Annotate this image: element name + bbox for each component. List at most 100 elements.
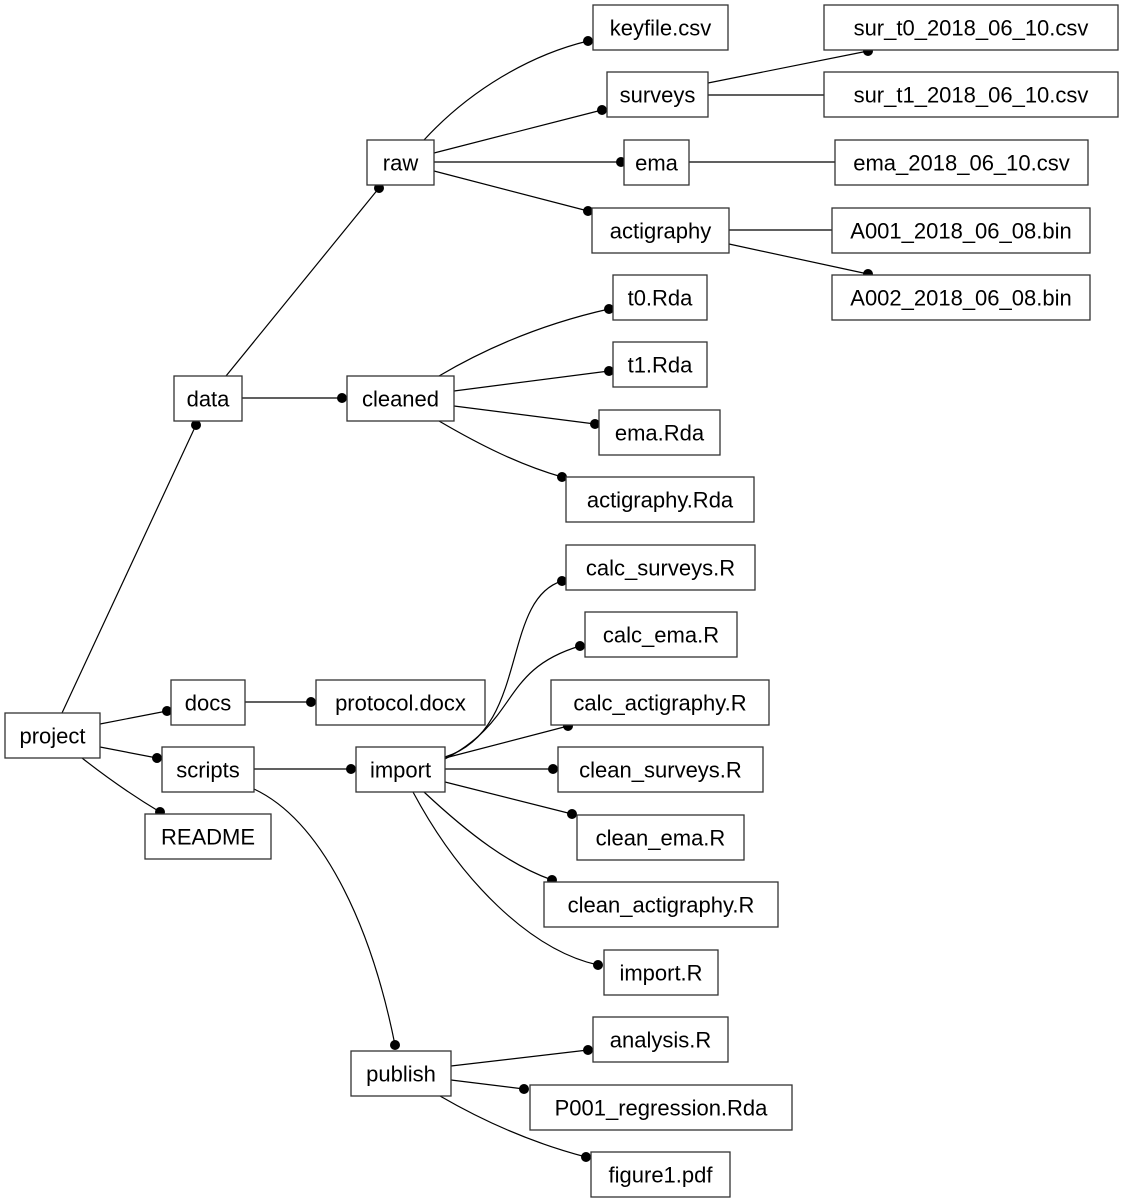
edge-raw-to-keyfile bbox=[423, 36, 593, 141]
node-clean_ema: clean_ema.R bbox=[576, 814, 745, 861]
edge-scripts-to-publish bbox=[253, 788, 400, 1050]
node-label: publish bbox=[366, 1062, 436, 1087]
edge-raw-to-actigraphy bbox=[433, 170, 593, 216]
node-ema: ema bbox=[623, 139, 690, 186]
node-p001: P001_regression.Rda bbox=[529, 1084, 793, 1131]
node-label: calc_actigraphy.R bbox=[573, 691, 746, 716]
edge-raw-to-surveys bbox=[433, 105, 607, 154]
node-acti_rda: actigraphy.Rda bbox=[565, 476, 755, 523]
node-label: protocol.docx bbox=[335, 691, 466, 716]
node-data: data bbox=[173, 375, 243, 422]
node-label: A001_2018_06_08.bin bbox=[850, 219, 1071, 244]
edge-cleaned-to-t1_rda bbox=[453, 366, 614, 392]
node-t1_rda: t1.Rda bbox=[612, 341, 708, 388]
node-label: ema bbox=[635, 151, 679, 176]
node-t0_rda: t0.Rda bbox=[612, 274, 708, 321]
edge-line bbox=[444, 725, 569, 759]
node-label: sur_t1_2018_06_10.csv bbox=[854, 83, 1089, 108]
edge-line bbox=[450, 1049, 589, 1067]
edge-line bbox=[453, 370, 610, 392]
directory-tree-diagram: project data docs scripts README raw cleaned pr… bbox=[4, 4, 1119, 1198]
edge-line bbox=[423, 40, 589, 141]
edge-endpoint-dot bbox=[346, 764, 356, 774]
node-calc_acti: calc_actigraphy.R bbox=[550, 679, 770, 726]
edge-publish-to-p001 bbox=[450, 1079, 529, 1094]
edge-line bbox=[438, 420, 563, 478]
node-label: scripts bbox=[176, 758, 240, 783]
node-label: surveys bbox=[620, 83, 696, 108]
node-label: analysis.R bbox=[610, 1028, 711, 1053]
edge-project-to-README bbox=[81, 757, 165, 817]
edge-line bbox=[253, 788, 396, 1046]
edge-import-to-import_r bbox=[412, 791, 603, 970]
node-calc_ema: calc_ema.R bbox=[584, 611, 738, 658]
node-label: cleaned bbox=[362, 387, 439, 412]
node-label: A002_2018_06_08.bin bbox=[850, 286, 1071, 311]
node-label: import bbox=[370, 758, 431, 783]
node-label: README bbox=[161, 825, 255, 850]
node-ema_csv: ema_2018_06_10.csv bbox=[834, 139, 1089, 186]
edge-line bbox=[453, 405, 596, 425]
node-surveys: surveys bbox=[606, 71, 709, 118]
node-label: import.R bbox=[619, 961, 702, 986]
edge-endpoint-dot bbox=[390, 1040, 400, 1050]
edge-endpoint-dot bbox=[519, 1084, 529, 1094]
edge-surveys-to-sur_t1 bbox=[708, 90, 835, 100]
node-label: docs bbox=[185, 691, 231, 716]
edge-endpoint-dot bbox=[583, 1045, 593, 1055]
edge-cleaned-to-acti_rda bbox=[438, 420, 567, 482]
node-A002: A002_2018_06_08.bin bbox=[831, 274, 1091, 321]
edge-project-to-scripts bbox=[99, 746, 162, 763]
node-sur_t0: sur_t0_2018_06_10.csv bbox=[823, 4, 1119, 51]
node-label: clean_ema.R bbox=[596, 826, 726, 851]
edge-endpoint-dot bbox=[567, 809, 577, 819]
edge-data-to-raw bbox=[225, 183, 384, 377]
edge-scripts-to-import bbox=[254, 764, 356, 774]
edge-publish-to-analysis bbox=[450, 1045, 593, 1067]
edge-line bbox=[444, 781, 573, 815]
edge-line bbox=[225, 187, 380, 377]
node-label: clean_actigraphy.R bbox=[568, 893, 755, 918]
node-project: project bbox=[4, 712, 101, 759]
node-figure1: figure1.pdf bbox=[590, 1151, 731, 1198]
edge-import-to-calc_surveys bbox=[444, 576, 567, 758]
node-label: figure1.pdf bbox=[609, 1163, 714, 1188]
edge-line bbox=[423, 791, 553, 881]
edge-project-to-data bbox=[61, 420, 201, 714]
node-label: keyfile.csv bbox=[610, 16, 711, 41]
node-label: actigraphy bbox=[610, 219, 712, 244]
edge-line bbox=[99, 746, 158, 759]
edge-line bbox=[433, 170, 589, 212]
edge-line bbox=[433, 109, 603, 154]
edge-project-to-docs bbox=[99, 706, 172, 725]
edge-endpoint-dot bbox=[306, 697, 316, 707]
edge-endpoint-dot bbox=[337, 393, 347, 403]
node-publish: publish bbox=[350, 1050, 452, 1097]
node-sur_t1: sur_t1_2018_06_10.csv bbox=[823, 71, 1119, 118]
node-import: import bbox=[355, 746, 446, 793]
edge-import-to-clean_ema bbox=[444, 781, 577, 819]
node-analysis: analysis.R bbox=[592, 1016, 729, 1063]
edge-cleaned-to-t0_rda bbox=[438, 304, 614, 377]
node-label: calc_ema.R bbox=[603, 623, 719, 648]
edges-layer bbox=[61, 36, 873, 1162]
node-label: actigraphy.Rda bbox=[587, 488, 734, 513]
node-clean_surveys: clean_surveys.R bbox=[557, 746, 764, 793]
node-clean_acti: clean_actigraphy.R bbox=[543, 881, 779, 928]
edge-import-to-calc_acti bbox=[444, 721, 573, 759]
node-label: sur_t0_2018_06_10.csv bbox=[854, 16, 1089, 41]
node-README: README bbox=[144, 813, 272, 860]
node-label: ema.Rda bbox=[615, 421, 705, 446]
edge-import-to-clean_surveys bbox=[445, 764, 558, 774]
edge-endpoint-dot bbox=[597, 105, 607, 115]
edge-line bbox=[81, 757, 161, 813]
node-label: t1.Rda bbox=[628, 353, 694, 378]
edge-line bbox=[61, 424, 197, 714]
edge-data-to-cleaned bbox=[242, 393, 347, 403]
node-keyfile: keyfile.csv bbox=[592, 4, 729, 51]
node-scripts: scripts bbox=[161, 746, 255, 793]
node-docs: docs bbox=[170, 679, 246, 726]
edge-actigraphy-to-A001 bbox=[729, 225, 843, 235]
node-protocol: protocol.docx bbox=[315, 679, 486, 726]
edge-endpoint-dot bbox=[581, 1152, 591, 1162]
